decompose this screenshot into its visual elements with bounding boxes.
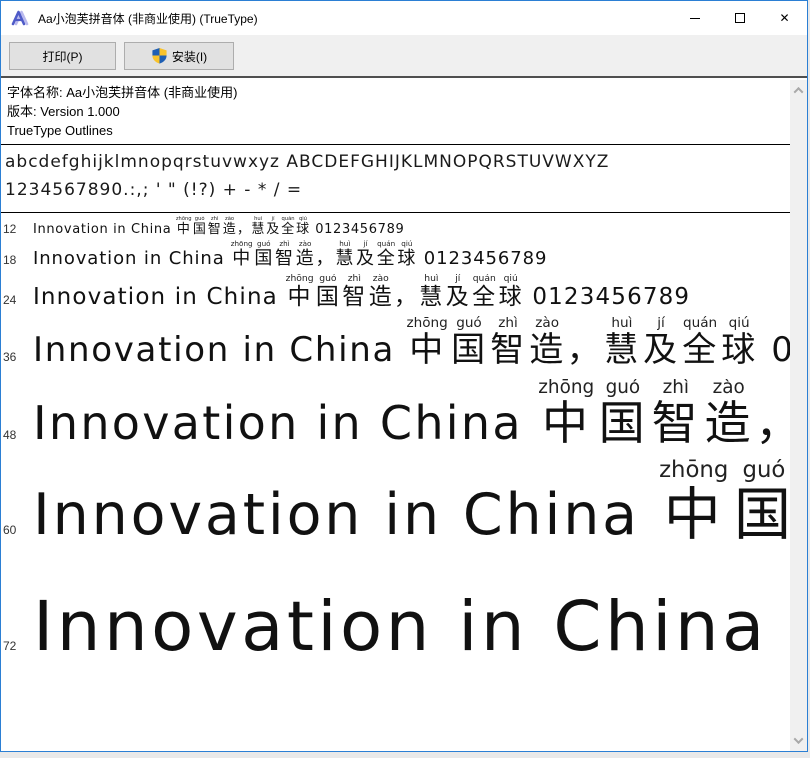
size-label: 18 [3, 252, 17, 267]
font-name-line: 字体名称: Aa小泡芙拼音体 (非商业使用) [7, 85, 238, 100]
maximize-button[interactable] [717, 1, 762, 35]
vertical-scrollbar[interactable] [790, 80, 807, 751]
size-label: 48 [3, 428, 17, 443]
close-button[interactable]: ✕ [762, 1, 807, 35]
size-sample-row: 36 Innovation in China 中zhōng国guó智zhì造zào… [1, 316, 790, 379]
title-bar: Aa小泡芙拼音体 (非商业使用) (TrueType) ✕ [1, 1, 807, 35]
sample-text: Innovation in China 中zhōng国guó智zhì造zào，慧… [33, 273, 691, 310]
glyph-sample-block: abcdefghijklmnopqrstuvwxyz ABCDEFGHIJKLM… [1, 145, 790, 212]
font-outlines-line: TrueType Outlines [7, 123, 113, 138]
print-button-label: 打印(P) [42, 49, 83, 64]
font-version-line: 版本: Version 1.000 [7, 104, 120, 119]
uac-shield-icon [152, 47, 167, 64]
desktop-background-strip [0, 753, 810, 758]
size-label: 60 [3, 522, 17, 537]
caption-buttons: ✕ [672, 1, 807, 35]
fontview-app-icon [11, 10, 29, 26]
install-button[interactable]: 安装(I) [124, 42, 234, 70]
preview-pane: 字体名称: Aa小泡芙拼音体 (非商业使用) 版本: Version 1.000… [1, 80, 790, 751]
toolbar: 打印(P) 安装(I) [1, 35, 807, 78]
size-sample-row: 24 Innovation in China 中zhōng国guó智zhì造zào… [1, 274, 790, 316]
numerals-sample-line: 1234567890.:,; ' " (!?) + - * / = [5, 180, 303, 201]
scroll-up-button[interactable] [790, 82, 807, 99]
chevron-up-icon [793, 86, 804, 97]
size-label: 24 [3, 292, 17, 307]
chevron-down-icon [793, 734, 804, 745]
size-label: 36 [3, 349, 17, 364]
alphabet-sample-line: abcdefghijklmnopqrstuvwxyz ABCDEFGHIJKLM… [5, 152, 610, 172]
sample-text: Innovation in China 中zhōng国guó智zhì造zào，慧… [33, 315, 790, 370]
maximize-icon [734, 13, 745, 23]
close-icon: ✕ [779, 11, 790, 25]
size-sample-row: 12 Innovation in China 中zhōng国guó智zhì造zào… [1, 215, 790, 240]
sample-text: Innovation in China 中zhōng国guó智zhì造zào，慧… [33, 239, 548, 269]
size-sample-row: 60 Innovation in China 中zhōng国guó智zhì造zào… [1, 459, 790, 561]
font-viewer-window: Aa小泡芙拼音体 (非商业使用) (TrueType) ✕ 打印(P) 安装(I… [0, 0, 810, 758]
size-label: 72 [3, 638, 17, 653]
size-sample-row: 72 Innovation in China 中zhōng国guó智zhì造zào… [1, 561, 790, 682]
window-title: Aa小泡芙拼音体 (非商业使用) (TrueType) [38, 11, 258, 26]
install-button-label: 安装(I) [171, 49, 208, 64]
sample-text: Innovation in China 中zhōng国guó智zhì造zào，慧… [33, 586, 790, 666]
size-sample-row: 18 Innovation in China 中zhōng国guó智zhì造zào… [1, 240, 790, 274]
sample-text: Innovation in China 中zhōng国guó智zhì造zào，慧… [33, 215, 405, 237]
font-info-block: 字体名称: Aa小泡芙拼音体 (非商业使用) 版本: Version 1.000… [1, 80, 790, 144]
print-button[interactable]: 打印(P) [9, 42, 116, 70]
sample-text: Innovation in China 中zhōng国guó智zhì造zào，慧… [33, 379, 790, 449]
minimize-icon [689, 17, 700, 19]
size-sample-row: 48 Innovation in China 中zhōng国guó智zhì造zào… [1, 379, 790, 459]
window-frame: Aa小泡芙拼音体 (非商业使用) (TrueType) ✕ 打印(P) 安装(I… [0, 0, 808, 752]
size-label: 12 [3, 221, 17, 236]
scroll-down-button[interactable] [790, 732, 807, 749]
size-sample-rows: 12 Innovation in China 中zhōng国guó智zhì造zào… [1, 213, 790, 682]
sample-text: Innovation in China 中zhōng国guó智zhì造zào，慧… [33, 458, 790, 547]
minimize-button[interactable] [672, 1, 717, 35]
